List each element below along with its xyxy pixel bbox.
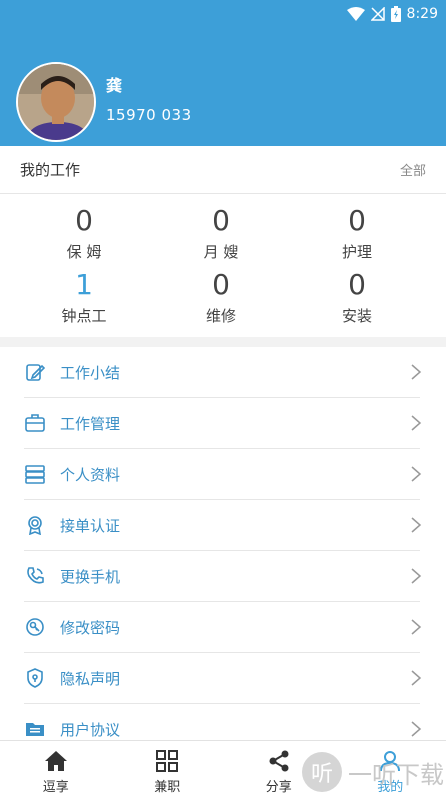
- menu-item-privacy-statement[interactable]: 隐私声明: [24, 653, 422, 704]
- share-icon: [266, 748, 292, 774]
- tab-douxiang[interactable]: 逗享: [0, 741, 112, 796]
- chevron-right-icon: [411, 619, 422, 635]
- wifi-icon: [346, 7, 365, 21]
- shield-icon: [24, 667, 46, 689]
- grid-icon: [154, 748, 180, 774]
- status-time: 8:29: [406, 6, 438, 22]
- folder-document-icon: [24, 718, 46, 740]
- settings-menu: 工作小结 工作管理 个人资料 接单认证 更换手机 修改密码 隐私声明 用户协议: [0, 347, 446, 755]
- stat-repair[interactable]: 0 维修: [161, 268, 281, 328]
- stat-value: 0: [212, 268, 230, 301]
- tab-label: 兼职: [154, 780, 181, 795]
- key-lock-icon: [24, 616, 46, 638]
- menu-label: 工作管理: [60, 414, 121, 433]
- profile-stack-icon: [24, 463, 46, 485]
- stat-label: 保 姆: [66, 243, 102, 261]
- my-work-header: 我的工作 全部: [0, 146, 446, 194]
- stat-label: 月 嫂: [203, 243, 239, 261]
- stat-value: 1: [75, 268, 93, 301]
- view-all-link[interactable]: 全部: [400, 160, 426, 179]
- menu-item-change-phone[interactable]: 更换手机: [24, 551, 422, 602]
- watermark-logo: 听: [302, 752, 342, 792]
- menu-label: 个人资料: [60, 465, 121, 484]
- status-bar: 8:29: [346, 4, 438, 24]
- menu-item-order-certification[interactable]: 接单认证: [24, 500, 422, 551]
- briefcase-icon: [24, 412, 46, 434]
- stat-value: 0: [348, 268, 366, 301]
- stat-nanny[interactable]: 0 保 姆: [24, 204, 144, 264]
- chevron-right-icon: [411, 670, 422, 686]
- avatar[interactable]: [16, 62, 96, 142]
- badge-certificate-icon: [24, 514, 46, 536]
- user-name: 龚: [106, 76, 123, 95]
- site-watermark: 听 一听下载: [302, 750, 444, 794]
- tab-part-time[interactable]: 兼职: [112, 741, 224, 796]
- edit-note-icon: [24, 361, 46, 383]
- stat-hourly-worker[interactable]: 1 钟点工: [24, 268, 144, 328]
- profile-header: 8:29 龚 15970 033: [0, 0, 446, 146]
- menu-label: 修改密码: [60, 618, 121, 637]
- stat-install[interactable]: 0 安装: [297, 268, 417, 328]
- menu-label: 隐私声明: [60, 669, 121, 688]
- stat-label: 安装: [341, 307, 372, 325]
- work-stats: 0 保 姆 0 月 嫂 0 护理 1 钟点工 0 维修 0 安装: [0, 196, 446, 336]
- stat-maternity-nurse[interactable]: 0 月 嫂: [161, 204, 281, 264]
- chevron-right-icon: [411, 721, 422, 737]
- stat-label: 钟点工: [61, 307, 107, 325]
- menu-label: 接单认证: [60, 516, 121, 535]
- chevron-right-icon: [411, 568, 422, 584]
- section-divider: [0, 337, 446, 347]
- tab-label: 逗享: [42, 780, 69, 795]
- stat-care[interactable]: 0 护理: [297, 204, 417, 264]
- menu-item-personal-info[interactable]: 个人资料: [24, 449, 422, 500]
- phone-swap-icon: [24, 565, 46, 587]
- menu-label: 用户协议: [60, 720, 121, 739]
- my-work-title: 我的工作: [20, 161, 81, 179]
- menu-item-work-summary[interactable]: 工作小结: [24, 347, 422, 398]
- battery-charging-icon: [390, 6, 401, 22]
- no-signal-icon: [370, 7, 385, 21]
- home-icon: [43, 748, 69, 774]
- menu-item-work-management[interactable]: 工作管理: [24, 398, 422, 449]
- menu-item-change-password[interactable]: 修改密码: [24, 602, 422, 653]
- watermark-text: 一听下载: [348, 760, 444, 789]
- user-phone: 15970 033: [106, 106, 192, 124]
- chevron-right-icon: [411, 466, 422, 482]
- tab-label: 分享: [265, 780, 292, 795]
- chevron-right-icon: [411, 517, 422, 533]
- stat-value: 0: [348, 204, 366, 237]
- avatar-photo: [18, 64, 94, 140]
- stat-value: 0: [212, 204, 230, 237]
- menu-label: 工作小结: [60, 363, 121, 382]
- menu-label: 更换手机: [60, 567, 121, 586]
- chevron-right-icon: [411, 364, 422, 380]
- stat-label: 护理: [341, 243, 372, 261]
- stat-label: 维修: [205, 307, 236, 325]
- stat-value: 0: [75, 204, 93, 237]
- chevron-right-icon: [411, 415, 422, 431]
